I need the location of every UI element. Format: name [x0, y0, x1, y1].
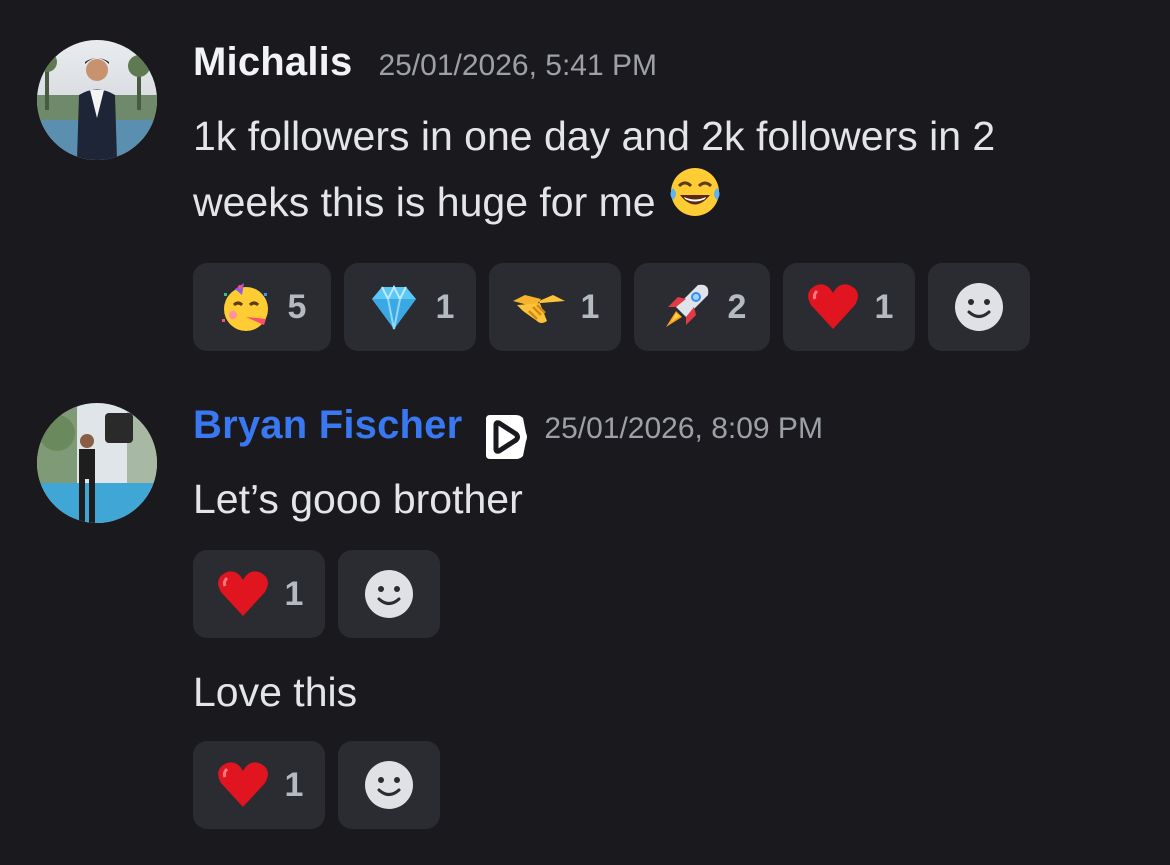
reaction-count: 1 [874, 287, 894, 326]
reaction-red-heart[interactable]: 1 [193, 550, 325, 638]
reaction-rocket[interactable]: 2 [634, 263, 770, 351]
reaction-handshake[interactable]: 1 [489, 263, 621, 351]
username[interactable]: Michalis [193, 40, 352, 85]
red-heart-icon [217, 571, 268, 616]
add-reaction-icon [365, 570, 413, 618]
message-header: Michalis 25/01/2026, 5:41 PM [193, 40, 1133, 104]
message-content: Bryan Fischer 25/01/2026, 8:09 PM Let’s … [193, 403, 1133, 638]
avatar[interactable] [37, 40, 157, 160]
message-text: Let’s gooo brother [193, 476, 523, 522]
avatar[interactable] [37, 403, 157, 523]
message-text: 1k followers in one day and 2k followers… [193, 104, 1133, 242]
message-header: Bryan Fischer 25/01/2026, 8:09 PM [193, 403, 1133, 467]
add-reaction-icon [365, 761, 413, 809]
reaction-partying-face[interactable]: 5 [193, 263, 331, 351]
message-content: Love this 1 [193, 660, 440, 829]
add-reaction-button[interactable] [928, 263, 1030, 351]
message-content: Michalis 25/01/2026, 5:41 PM 1k follower… [193, 40, 1133, 351]
handshake-icon [512, 295, 565, 323]
reaction-count: 1 [284, 574, 304, 613]
reaction-count: 1 [580, 287, 600, 326]
reaction-count: 1 [284, 765, 304, 804]
reaction-bar: 1 [193, 550, 1133, 638]
username[interactable]: Bryan Fischer [193, 403, 462, 448]
reaction-red-heart[interactable]: 1 [783, 263, 915, 351]
timestamp[interactable]: 25/01/2026, 8:09 PM [544, 412, 823, 446]
reaction-red-heart[interactable]: 1 [193, 741, 325, 829]
reaction-count: 1 [435, 287, 455, 326]
add-reaction-icon [955, 283, 1003, 331]
message-text-line: 1k followers in one day and 2k followers… [193, 113, 996, 159]
reaction-gem-stone[interactable]: 1 [344, 263, 476, 351]
message-text-line: weeks this is huge for me [193, 178, 656, 225]
partying-face-icon [221, 283, 268, 331]
chat-window: Michalis 25/01/2026, 5:41 PM 1k follower… [0, 0, 1170, 865]
red-heart-icon [807, 284, 858, 329]
gem-stone-icon [371, 284, 416, 330]
reaction-bar: 5 1 1 2 1 [193, 263, 1133, 351]
rocket-icon [665, 284, 708, 327]
play-badge-icon[interactable] [480, 413, 528, 461]
add-reaction-button[interactable] [338, 741, 440, 829]
message-text: Love this [193, 669, 358, 715]
reaction-count: 5 [287, 287, 307, 326]
reaction-count: 2 [727, 287, 747, 326]
timestamp[interactable]: 25/01/2026, 5:41 PM [378, 49, 657, 83]
reaction-bar: 1 [193, 741, 440, 829]
red-heart-icon [217, 762, 268, 807]
face-with-tears-of-joy-icon [667, 164, 723, 238]
add-reaction-button[interactable] [338, 550, 440, 638]
